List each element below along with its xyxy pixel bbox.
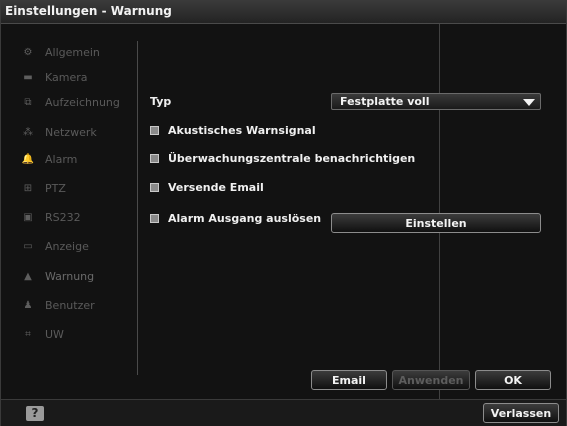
sidebar-item-label: UW	[45, 327, 64, 341]
sidebar-divider	[137, 41, 138, 375]
sidebar-item-netzwerk[interactable]: ⁂ Netzwerk	[15, 121, 139, 143]
type-select-value: Festplatte voll	[340, 95, 430, 108]
email-button[interactable]: Email	[311, 370, 387, 390]
sidebar-item-uw[interactable]: ⌗ UW	[15, 323, 139, 345]
window-title: Einstellungen - Warnung	[5, 4, 172, 18]
option-notify-center: Überwachungszentrale benachrichtigen	[150, 152, 415, 165]
sidebar-item-label: Netzwerk	[45, 125, 97, 139]
grid-icon: ⌗	[25, 328, 31, 340]
bell-icon: 🔔	[21, 153, 35, 165]
warning-icon: ▲	[24, 270, 32, 282]
sidebar-item-kamera[interactable]: ▬ Kamera	[15, 66, 139, 88]
option-alarm-output: Alarm Ausgang auslösen	[150, 212, 321, 225]
option-send-email: Versende Email	[150, 181, 264, 194]
sidebar-item-label: Benutzer	[45, 298, 95, 312]
settings-button[interactable]: Einstellen	[331, 213, 541, 233]
option-label: Überwachungszentrale benachrichtigen	[168, 152, 416, 165]
sidebar-item-rs232[interactable]: ▣ RS232	[15, 206, 139, 228]
ptz-icon: ⊞	[23, 182, 33, 194]
gear-icon: ⚙	[23, 46, 33, 58]
network-icon: ⁂	[23, 126, 33, 138]
sidebar-item-label: Alarm	[45, 152, 78, 166]
alarm-output-checkbox[interactable]	[150, 214, 159, 223]
sidebar-item-allgemein[interactable]: ⚙ Allgemein	[15, 41, 139, 63]
sidebar-item-label: Aufzeichnung	[45, 95, 120, 109]
serial-port-icon: ▣	[23, 211, 33, 223]
acoustic-warning-checkbox[interactable]	[150, 126, 159, 135]
sidebar-item-label: PTZ	[45, 181, 66, 195]
help-icon[interactable]: ?	[26, 406, 44, 421]
sidebar-item-ptz[interactable]: ⊞ PTZ	[15, 177, 139, 199]
option-label: Akustisches Warnsignal	[168, 124, 316, 137]
apply-button: Anwenden	[392, 370, 470, 390]
type-select[interactable]: Festplatte voll	[331, 93, 541, 110]
sidebar: ⚙ Allgemein ▬ Kamera ⧉ Aufzeichnung ⁂ Ne…	[15, 41, 139, 371]
notify-center-checkbox[interactable]	[150, 154, 159, 163]
send-email-checkbox[interactable]	[150, 183, 159, 192]
chevron-down-icon	[523, 99, 535, 106]
exit-button[interactable]: Verlassen	[483, 403, 559, 423]
sidebar-item-benutzer[interactable]: ♟ Benutzer	[15, 294, 139, 316]
sidebar-item-label: Allgemein	[45, 45, 100, 59]
camera-icon: ▬	[23, 71, 33, 83]
option-acoustic-warning: Akustisches Warnsignal	[150, 124, 316, 137]
sidebar-item-label: Warnung	[45, 269, 95, 283]
sidebar-item-aufzeichnung[interactable]: ⧉ Aufzeichnung	[15, 91, 139, 113]
sidebar-item-label: Anzeige	[45, 239, 89, 253]
user-icon: ♟	[23, 299, 33, 311]
type-label: Typ	[150, 95, 172, 108]
sidebar-item-label: Kamera	[45, 70, 88, 84]
bottom-bar	[1, 399, 566, 426]
option-label: Versende Email	[168, 181, 264, 194]
sidebar-item-label: RS232	[45, 210, 81, 224]
sidebar-item-alarm[interactable]: 🔔 Alarm	[15, 148, 139, 170]
sidebar-item-anzeige[interactable]: ▭ Anzeige	[15, 235, 139, 257]
settings-window: Einstellungen - Warnung ⚙ Allgemein ▬ Ka…	[0, 0, 567, 426]
option-label: Alarm Ausgang auslösen	[168, 212, 322, 225]
monitor-icon: ▭	[23, 240, 33, 252]
ok-button[interactable]: OK	[475, 370, 551, 390]
record-icon: ⧉	[24, 96, 32, 108]
title-bar: Einstellungen - Warnung	[1, 1, 566, 24]
sidebar-item-warnung[interactable]: ▲ Warnung	[15, 265, 139, 287]
